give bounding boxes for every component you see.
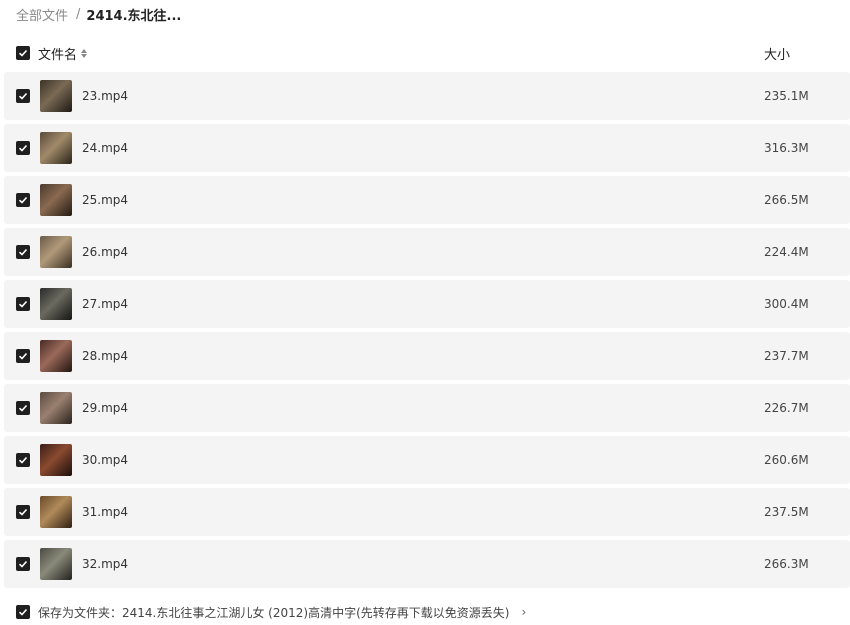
checkbox-checked-icon (18, 508, 28, 516)
file-checkbox[interactable] (16, 349, 30, 363)
file-row[interactable]: 28.mp4 237.7M (4, 332, 850, 380)
video-thumbnail (40, 80, 72, 112)
file-checkbox[interactable] (16, 245, 30, 259)
file-row[interactable]: 24.mp4 316.3M (4, 124, 850, 172)
column-header-name-label: 文件名 (38, 47, 78, 63)
file-name[interactable]: 25.mp4 (82, 193, 128, 207)
file-size: 237.7M (764, 349, 809, 363)
file-checkbox[interactable] (16, 193, 30, 207)
column-header-size: 大小 (764, 47, 791, 63)
video-thumbnail (40, 184, 72, 216)
file-size: 237.5M (764, 505, 809, 519)
video-thumbnail (40, 548, 72, 580)
file-checkbox[interactable] (16, 141, 30, 155)
file-row[interactable]: 29.mp4 226.7M (4, 384, 850, 432)
breadcrumb-root-link[interactable]: 全部文件 (16, 5, 68, 24)
checkbox-checked-icon (18, 608, 28, 616)
file-checkbox[interactable] (16, 89, 30, 103)
file-size: 300.4M (764, 297, 809, 311)
video-thumbnail (40, 288, 72, 320)
file-size: 266.3M (764, 557, 809, 571)
file-size: 235.1M (764, 89, 809, 103)
file-list: 23.mp4 235.1M 24.mp4 316.3M 25.mp4 266.5M 26.m… (4, 72, 850, 592)
file-checkbox[interactable] (16, 297, 30, 311)
video-thumbnail (40, 444, 72, 476)
file-size: 316.3M (764, 141, 809, 155)
file-row[interactable]: 27.mp4 300.4M (4, 280, 850, 328)
file-row[interactable]: 26.mp4 224.4M (4, 228, 850, 276)
checkbox-checked-icon (18, 49, 28, 57)
save-as-folder-checkbox[interactable] (16, 605, 30, 619)
sort-icon[interactable] (81, 48, 88, 58)
checkbox-checked-icon (18, 456, 28, 464)
file-row[interactable]: 25.mp4 266.5M (4, 176, 850, 224)
file-name[interactable]: 31.mp4 (82, 505, 128, 519)
video-thumbnail (40, 236, 72, 268)
file-size: 260.6M (764, 453, 809, 467)
chevron-right-icon[interactable]: › (521, 605, 526, 619)
save-as-folder-option[interactable]: 保存为文件夹：2414.东北往事之江湖儿女 (2012)高清中字(先转存再下载以… (0, 600, 850, 624)
checkbox-checked-icon (18, 560, 28, 568)
file-list-header: 文件名 大小 (0, 40, 850, 66)
breadcrumb: 全部文件 / 2414.东北往... (16, 4, 181, 24)
file-size: 266.5M (764, 193, 809, 207)
video-thumbnail (40, 496, 72, 528)
save-as-folder-text: 保存为文件夹：2414.东北往事之江湖儿女 (2012)高清中字(先转存再下载以… (38, 605, 510, 620)
file-row[interactable]: 31.mp4 237.5M (4, 488, 850, 536)
file-name[interactable]: 27.mp4 (82, 297, 128, 311)
checkbox-checked-icon (18, 144, 28, 152)
file-row[interactable]: 32.mp4 266.3M (4, 540, 850, 588)
breadcrumb-current-folder: 2414.东北往... (86, 8, 182, 24)
file-name[interactable]: 23.mp4 (82, 89, 128, 103)
video-thumbnail (40, 132, 72, 164)
checkbox-checked-icon (18, 248, 28, 256)
checkbox-checked-icon (18, 352, 28, 360)
video-thumbnail (40, 340, 72, 372)
checkbox-checked-icon (18, 92, 28, 100)
checkbox-checked-icon (18, 196, 28, 204)
file-size: 226.7M (764, 401, 809, 415)
file-row[interactable]: 23.mp4 235.1M (4, 72, 850, 120)
file-name[interactable]: 29.mp4 (82, 401, 128, 415)
file-checkbox[interactable] (16, 401, 30, 415)
file-checkbox[interactable] (16, 557, 30, 571)
file-name[interactable]: 26.mp4 (82, 245, 128, 259)
checkbox-checked-icon (18, 404, 28, 412)
video-thumbnail (40, 392, 72, 424)
checkbox-checked-icon (18, 300, 28, 308)
file-name[interactable]: 30.mp4 (82, 453, 128, 467)
select-all-checkbox[interactable] (16, 46, 30, 60)
file-row[interactable]: 30.mp4 260.6M (4, 436, 850, 484)
file-name[interactable]: 32.mp4 (82, 557, 128, 571)
column-header-name[interactable]: 文件名 (38, 44, 88, 63)
file-checkbox[interactable] (16, 505, 30, 519)
file-checkbox[interactable] (16, 453, 30, 467)
file-name[interactable]: 24.mp4 (82, 141, 128, 155)
file-size: 224.4M (764, 245, 809, 259)
file-name[interactable]: 28.mp4 (82, 349, 128, 363)
breadcrumb-separator: / (76, 6, 81, 22)
